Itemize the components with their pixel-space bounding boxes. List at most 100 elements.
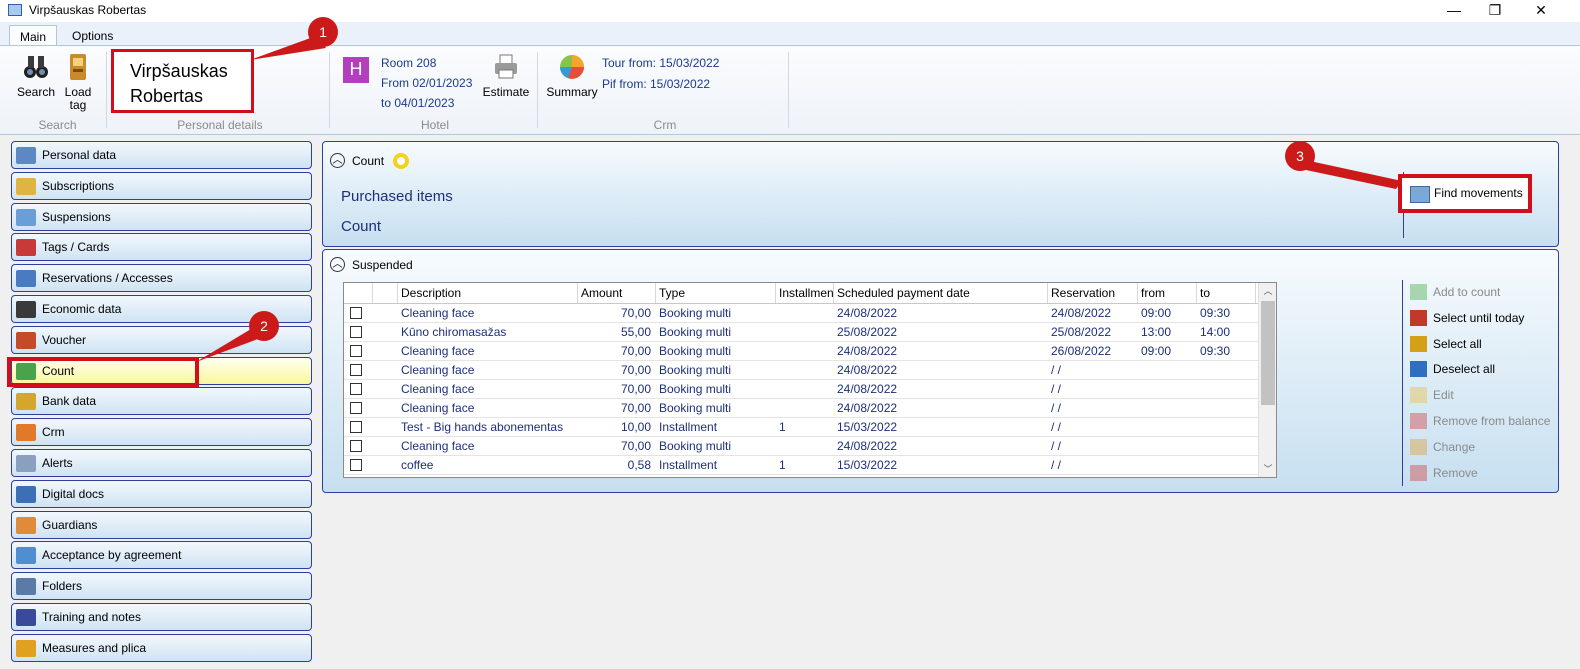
maximize-button[interactable]: ❐ — [1472, 0, 1518, 22]
cell-res: / / — [1051, 458, 1062, 472]
row-checkbox[interactable] — [350, 364, 362, 376]
sidebar-item-personal-data[interactable]: Personal data — [11, 141, 312, 169]
sidebar-item-training-and-notes[interactable]: Training and notes — [11, 603, 312, 631]
header-to[interactable]: to — [1197, 283, 1256, 303]
table-row[interactable]: Cleaning face 70,00 Booking multi 24/08/202… — [344, 380, 1258, 399]
action-label: Remove from balance — [1433, 414, 1551, 428]
sidebar-item-crm[interactable]: Crm — [11, 418, 312, 447]
collapse-suspended-icon[interactable]: ︿ — [330, 257, 345, 272]
sidebar-icon — [16, 393, 36, 411]
row-checkbox[interactable] — [350, 402, 362, 414]
search-group-label: Search — [38, 118, 77, 132]
cell-amount: 70,00 — [620, 382, 651, 396]
row-checkbox[interactable] — [350, 326, 362, 338]
cell-desc: Test - Big hands abonementas — [401, 420, 564, 434]
row-checkbox[interactable] — [350, 307, 362, 319]
scroll-thumb[interactable] — [1261, 301, 1275, 405]
cell-amount: 55,00 — [620, 325, 651, 339]
sidebar-item-measures-and-plica[interactable]: Measures and plica — [11, 633, 312, 662]
collapse-count-icon[interactable]: ︿ — [330, 153, 345, 168]
cell-amount: 70,00 — [620, 363, 651, 377]
hotel-from: From 02/01/2023 — [381, 76, 473, 90]
action-select-all[interactable]: Select all — [1410, 335, 1482, 352]
summary-label: Summary — [546, 85, 598, 99]
action-select-until-today[interactable]: Select until today — [1410, 309, 1525, 326]
ribbon-tabs: Main Options — [0, 22, 1580, 46]
table-row[interactable]: Cleaning face 70,00 Booking multi 24/08/202… — [344, 342, 1258, 361]
sidebar-item-acceptance-by-agreement[interactable]: Acceptance by agreement — [11, 541, 312, 570]
sidebar-item-folders[interactable]: Folders — [11, 572, 312, 601]
sidebar-item-reservations-accesses[interactable]: Reservations / Accesses — [11, 264, 312, 293]
count-label[interactable]: Count — [341, 218, 381, 235]
sidebar-item-count[interactable]: Count — [11, 356, 312, 385]
action-remove[interactable]: Remove — [1410, 464, 1478, 481]
action-change[interactable]: Change — [1410, 438, 1476, 455]
row-checkbox[interactable] — [350, 459, 362, 471]
sidebar-item-label: Crm — [42, 425, 65, 440]
close-button[interactable]: ✕ — [1518, 0, 1564, 22]
sidebar-item-alerts[interactable]: Alerts — [11, 449, 312, 477]
header-spacer-col — [373, 283, 398, 303]
scroll-up-icon[interactable]: ︿ — [1259, 283, 1276, 299]
header-installment[interactable]: Installmen — [776, 283, 834, 303]
table-row[interactable]: coffee 0,58 Installment 1 15/03/2022 / / — [344, 456, 1258, 475]
action-icon — [1410, 413, 1427, 429]
header-scheduled[interactable]: Scheduled payment date — [834, 283, 1048, 303]
table-row[interactable]: Kūno chiromasažas 55,00 Booking multi 25/08… — [344, 323, 1258, 342]
sidebar-icon — [16, 455, 36, 472]
cell-desc: Cleaning face — [401, 363, 475, 377]
cell-desc: coffee — [401, 458, 434, 472]
sidebar-item-digital-docs[interactable]: Digital docs — [11, 479, 312, 508]
summary-button[interactable]: Summary — [544, 52, 600, 99]
table-row[interactable]: Cleaning face 70,00 Booking multi 24/08/202… — [344, 304, 1258, 323]
table-row[interactable]: Cleaning face 70,00 Booking multi 24/08/202… — [344, 361, 1258, 380]
minimize-button[interactable]: — — [1431, 0, 1477, 22]
group-separator — [537, 52, 538, 128]
row-checkbox[interactable] — [350, 345, 362, 357]
sidebar-item-guardians[interactable]: Guardians — [11, 510, 312, 539]
action-remove-from-balance[interactable]: Remove from balance — [1410, 413, 1550, 429]
count-panel: ︿ Count Purchased items Count — [322, 141, 1559, 247]
header-type[interactable]: Type — [656, 283, 776, 303]
tab-main[interactable]: Main — [9, 25, 58, 46]
row-checkbox[interactable] — [350, 421, 362, 433]
cell-from: 09:00 — [1141, 344, 1172, 358]
action-label: Select until today — [1433, 310, 1525, 325]
action-icon — [1410, 438, 1427, 455]
sidebar-item-label: Guardians — [42, 517, 98, 532]
estimate-button[interactable]: Estimate — [481, 52, 531, 99]
sidebar-item-suspensions[interactable]: Suspensions — [11, 202, 312, 231]
sidebar-icon — [16, 485, 36, 503]
sidebar-item-bank-data[interactable]: Bank data — [11, 387, 312, 416]
action-deselect-all[interactable]: Deselect all — [1410, 361, 1495, 378]
row-checkbox[interactable] — [350, 440, 362, 452]
row-checkbox[interactable] — [350, 383, 362, 395]
find-movements-button[interactable]: Find movements — [1398, 174, 1532, 213]
search-button[interactable]: Search — [14, 52, 58, 99]
action-add-to-count[interactable]: Add to count — [1410, 284, 1500, 300]
sidebar-item-label: Reservations / Accesses — [42, 271, 173, 286]
annotation-badge-3: 3 — [1285, 141, 1315, 171]
table-row[interactable]: Test - Big hands abonementas 10,00 Install… — [344, 418, 1258, 437]
scroll-down-icon[interactable]: ﹀ — [1259, 461, 1276, 477]
action-edit[interactable]: Edit — [1410, 387, 1454, 404]
cell-res: 25/08/2022 — [1051, 325, 1112, 339]
sidebar-item-tags-cards[interactable]: Tags / Cards — [11, 233, 312, 262]
header-reservation[interactable]: Reservation — [1048, 283, 1138, 303]
table-row[interactable]: Cleaning face 70,00 Booking multi 24/08/202… — [344, 437, 1258, 456]
cell-desc: Cleaning face — [401, 306, 475, 320]
sidebar-item-label: Voucher — [42, 332, 87, 347]
load-tag-button[interactable]: Load tag — [60, 52, 96, 112]
action-label: Change — [1433, 439, 1476, 454]
group-separator — [329, 52, 330, 128]
printer-icon — [495, 54, 517, 79]
sidebar-item-subscriptions[interactable]: Subscriptions — [11, 171, 312, 200]
table-row[interactable]: Cleaning face 70,00 Booking multi 24/08/202… — [344, 399, 1258, 418]
header-amount[interactable]: Amount — [578, 283, 656, 303]
grid-scrollbar[interactable]: ︿ ﹀ — [1258, 283, 1276, 477]
header-from[interactable]: from — [1138, 283, 1197, 303]
sidebar-item-label: Folders — [42, 579, 83, 594]
tab-options[interactable]: Options — [62, 25, 123, 46]
header-description[interactable]: Description — [398, 283, 578, 303]
purchased-items-label[interactable]: Purchased items — [341, 188, 453, 205]
